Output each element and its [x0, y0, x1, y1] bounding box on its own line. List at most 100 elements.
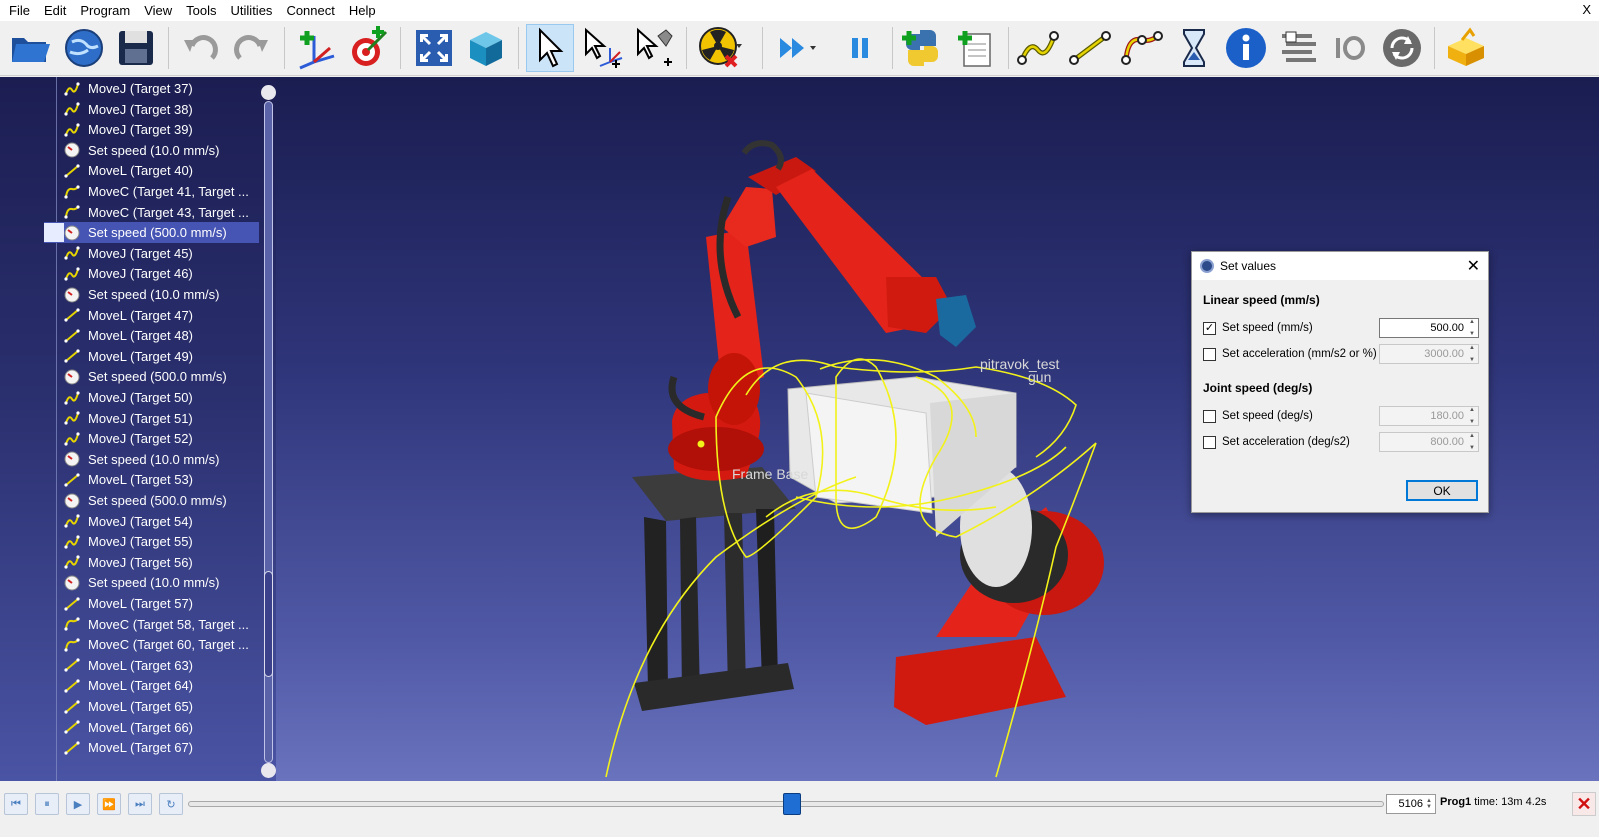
program-call-icon[interactable]	[1274, 24, 1322, 72]
tree-item[interactable]: MoveJ (Target 50)	[64, 387, 260, 408]
menu-tools[interactable]: Tools	[179, 0, 223, 21]
tree-item[interactable]: MoveL (Target 57)	[64, 593, 260, 614]
fast-forward-icon[interactable]: ⏩	[97, 793, 121, 815]
tree-scrollbar[interactable]	[261, 85, 276, 779]
tree-item[interactable]: MoveJ (Target 45)	[64, 243, 260, 264]
undo-icon[interactable]	[176, 24, 224, 72]
tree-item[interactable]: MoveJ (Target 55)	[64, 531, 260, 552]
movec-instruction-icon[interactable]	[1118, 24, 1166, 72]
redo-icon[interactable]	[228, 24, 276, 72]
export-icon[interactable]	[1442, 24, 1490, 72]
python-icon[interactable]	[898, 24, 946, 72]
tree-item[interactable]: Set speed (10.0 mm/s)	[64, 449, 260, 470]
linear-speed-checkbox[interactable]: ✓	[1203, 321, 1216, 335]
scroll-down-button[interactable]	[261, 763, 276, 778]
scroll-up-button[interactable]	[261, 85, 276, 100]
joint-speed-spinbox[interactable]: ▲▼	[1379, 406, 1479, 426]
joint-speed-checkbox[interactable]	[1203, 409, 1216, 423]
spin-arrows-icon[interactable]: ▲ ▼	[1466, 433, 1478, 451]
menu-connect[interactable]: Connect	[279, 0, 341, 21]
movel-instruction-icon[interactable]	[1066, 24, 1114, 72]
tree-item[interactable]: MoveC (Target 58, Target ...	[64, 614, 260, 635]
io-icon[interactable]	[1326, 24, 1374, 72]
movej-instruction-icon[interactable]	[1014, 24, 1062, 72]
tree-item[interactable]: Set speed (500.0 mm/s)	[64, 366, 260, 387]
tree-item[interactable]: MoveC (Target 60, Target ...	[64, 634, 260, 655]
menu-help[interactable]: Help	[342, 0, 383, 21]
tree-item[interactable]: MoveC (Target 41, Target ...	[64, 181, 260, 202]
pause-icon[interactable]	[836, 24, 884, 72]
menu-view[interactable]: View	[137, 0, 179, 21]
tree-item[interactable]: MoveL (Target 48)	[64, 325, 260, 346]
spin-arrows-icon[interactable]: ▲ ▼	[1466, 345, 1478, 363]
spin-arrows-icon[interactable]: ▲ ▼	[1466, 319, 1478, 337]
refresh-icon[interactable]	[1378, 24, 1426, 72]
tree-item[interactable]: MoveL (Target 63)	[64, 655, 260, 676]
add-reference-frame-icon[interactable]	[292, 24, 340, 72]
linear-accel-checkbox[interactable]	[1203, 347, 1216, 361]
collision-check-icon[interactable]	[696, 24, 744, 72]
select-icon[interactable]	[526, 24, 574, 72]
menu-file[interactable]: File	[2, 0, 37, 21]
joint-speed-input[interactable]	[1380, 410, 1466, 422]
tree-item[interactable]: MoveL (Target 47)	[64, 305, 260, 326]
tree-item[interactable]: Set speed (500.0 mm/s)	[44, 222, 259, 244]
tree-item[interactable]: MoveJ (Target 46)	[64, 263, 260, 284]
globe-icon[interactable]	[60, 24, 108, 72]
tree-item[interactable]: MoveL (Target 53)	[64, 469, 260, 490]
new-program-icon[interactable]	[952, 24, 1000, 72]
tree-item[interactable]: MoveJ (Target 52)	[64, 428, 260, 449]
menu-program[interactable]: Program	[73, 0, 137, 21]
dialog-close-button[interactable]: ✕	[1467, 256, 1480, 276]
timeline-slider-handle[interactable]	[782, 793, 801, 815]
save-icon[interactable]	[112, 24, 160, 72]
scroll-thumb[interactable]	[264, 571, 273, 677]
skip-end-icon[interactable]: ⏭	[128, 793, 152, 815]
linear-accel-input[interactable]	[1380, 348, 1466, 360]
joint-accel-input[interactable]	[1380, 436, 1466, 448]
pause-instruction-icon[interactable]	[1170, 24, 1218, 72]
tree-item[interactable]: MoveL (Target 66)	[64, 717, 260, 738]
tree-item[interactable]: MoveJ (Target 51)	[64, 408, 260, 429]
move-tool-icon[interactable]	[630, 24, 678, 72]
menu-edit[interactable]: Edit	[37, 0, 73, 21]
play-icon[interactable]: ▶	[66, 793, 90, 815]
tree-item[interactable]: MoveJ (Target 38)	[64, 99, 260, 120]
tree-item[interactable]: MoveL (Target 64)	[64, 675, 260, 696]
tree-item[interactable]: Set speed (10.0 mm/s)	[64, 572, 260, 593]
linear-speed-spinbox[interactable]: ▲▼	[1379, 318, 1479, 338]
tree-item[interactable]: MoveJ (Target 54)	[64, 511, 260, 532]
tree-item[interactable]: Set speed (10.0 mm/s)	[64, 140, 260, 161]
spin-arrows-icon[interactable]: ▲ ▼	[1466, 407, 1478, 425]
tree-item[interactable]: Set speed (500.0 mm/s)	[64, 490, 260, 511]
ok-button[interactable]: OK	[1406, 480, 1478, 501]
menu-utilities[interactable]: Utilities	[224, 0, 280, 21]
tree-item[interactable]: MoveC (Target 43, Target ...	[64, 202, 260, 223]
info-icon[interactable]	[1222, 24, 1270, 72]
joint-accel-spinbox[interactable]: ▲▼	[1379, 432, 1479, 452]
tree-item[interactable]: MoveL (Target 67)	[64, 737, 260, 758]
frame-input[interactable]	[1387, 798, 1423, 810]
add-target-icon[interactable]	[344, 24, 392, 72]
tree-item[interactable]: MoveL (Target 49)	[64, 346, 260, 367]
joint-accel-checkbox[interactable]	[1203, 435, 1216, 449]
app-close-button[interactable]: X	[1582, 2, 1591, 17]
iso-view-icon[interactable]	[462, 24, 510, 72]
loop-icon[interactable]: ↻	[159, 793, 183, 815]
pause-sim-icon[interactable]: ⏸	[35, 793, 59, 815]
tree-item[interactable]: MoveJ (Target 39)	[64, 119, 260, 140]
tree-item[interactable]: Set speed (10.0 mm/s)	[64, 284, 260, 305]
linear-accel-spinbox[interactable]: ▲▼	[1379, 344, 1479, 364]
tree-item[interactable]: MoveJ (Target 56)	[64, 552, 260, 573]
linear-speed-input[interactable]	[1380, 322, 1466, 334]
tree-item[interactable]: MoveL (Target 40)	[64, 160, 260, 181]
move-reference-icon[interactable]	[578, 24, 626, 72]
spin-arrows-icon[interactable]: ▲ ▼	[1423, 798, 1435, 810]
open-folder-icon[interactable]	[6, 24, 54, 72]
stop-simulation-icon[interactable]: ✕	[1572, 792, 1596, 816]
fit-all-icon[interactable]	[410, 24, 458, 72]
tree-item[interactable]: MoveJ (Target 37)	[64, 78, 260, 99]
frame-spinbox[interactable]: ▲▼	[1386, 794, 1436, 814]
skip-start-icon[interactable]: ⏮	[4, 793, 28, 815]
fast-simulation-icon[interactable]	[772, 24, 820, 72]
